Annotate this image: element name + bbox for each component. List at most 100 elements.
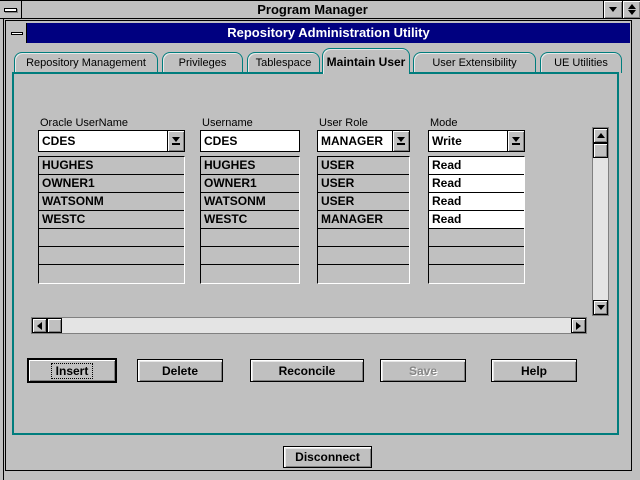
list-item[interactable] [39, 247, 184, 265]
reconcile-button[interactable]: Reconcile [250, 359, 364, 382]
list-item[interactable] [201, 247, 299, 265]
program-manager-system-menu-button[interactable] [0, 1, 22, 18]
mode-list: Read Read Read Read [428, 156, 525, 284]
dropdown-arrow-icon[interactable] [392, 131, 409, 151]
restore-button[interactable] [622, 1, 640, 18]
delete-button-label: Delete [162, 364, 198, 378]
tab-label: Maintain User [327, 55, 406, 69]
list-item[interactable] [429, 229, 524, 247]
column-header-user-role: User Role [319, 117, 368, 129]
help-button[interactable]: Help [491, 359, 577, 382]
list-item[interactable] [318, 247, 409, 265]
scroll-right-button[interactable] [571, 318, 586, 333]
system-menu-icon [4, 8, 17, 12]
app-title: Repository Administration Utility [27, 23, 630, 43]
app-titlebar[interactable]: Repository Administration Utility [7, 23, 630, 43]
list-item[interactable]: WATSONM [39, 193, 184, 211]
scroll-down-button[interactable] [593, 300, 608, 315]
list-item[interactable]: USER [318, 193, 409, 211]
program-manager-title: Program Manager [22, 1, 603, 18]
username-value: CDES [201, 131, 299, 151]
list-item[interactable] [201, 229, 299, 247]
disconnect-button-label: Disconnect [295, 450, 360, 464]
list-item[interactable] [429, 265, 524, 283]
tab-repository-management[interactable]: Repository Management [14, 52, 158, 73]
arrow-up-icon [597, 133, 605, 138]
system-menu-icon [11, 32, 23, 35]
column-header-oracle-username: Oracle UserName [40, 117, 128, 129]
disconnect-button[interactable]: Disconnect [283, 446, 372, 468]
save-button: Save [380, 359, 466, 382]
column-header-username: Username [202, 117, 253, 129]
list-item[interactable]: Read [429, 193, 524, 211]
program-manager-titlebar[interactable]: Program Manager [0, 0, 640, 19]
column-header-mode: Mode [430, 117, 458, 129]
list-item[interactable]: OWNER1 [39, 175, 184, 193]
minimize-button[interactable] [604, 1, 622, 18]
list-item[interactable]: HUGHES [201, 157, 299, 175]
window-border [3, 19, 4, 480]
list-item[interactable] [429, 247, 524, 265]
list-item[interactable]: WESTC [39, 211, 184, 229]
mode-value: Write [429, 131, 507, 151]
vertical-scrollbar[interactable] [592, 127, 609, 316]
oracle-username-combobox[interactable]: CDES [38, 130, 185, 152]
help-button-label: Help [521, 364, 547, 378]
window-controls [603, 1, 640, 18]
list-item[interactable]: OWNER1 [201, 175, 299, 193]
dropdown-arrow-icon[interactable] [167, 131, 184, 151]
arrow-down-icon [597, 305, 605, 310]
horizontal-scroll-thumb[interactable] [47, 318, 62, 333]
tab-privileges[interactable]: Privileges [162, 52, 243, 73]
restore-icon [628, 4, 636, 15]
tab-user-extensibility[interactable]: User Extensibility [413, 52, 536, 73]
list-item[interactable] [39, 229, 184, 247]
dropdown-arrow-icon[interactable] [507, 131, 524, 151]
list-item[interactable]: USER [318, 175, 409, 193]
list-item[interactable] [201, 265, 299, 283]
oracle-username-value: CDES [39, 131, 167, 151]
username-list: HUGHES OWNER1 WATSONM WESTC [200, 156, 300, 284]
username-field[interactable]: CDES [200, 130, 300, 152]
scroll-up-button[interactable] [593, 128, 608, 143]
arrow-right-icon [576, 322, 581, 330]
list-item[interactable] [39, 265, 184, 283]
list-item[interactable]: USER [318, 157, 409, 175]
oracle-username-list: HUGHES OWNER1 WATSONM WESTC [38, 156, 185, 284]
list-item[interactable]: Read [429, 211, 524, 229]
list-item[interactable]: MANAGER [318, 211, 409, 229]
insert-button[interactable]: Insert [28, 359, 116, 382]
maintain-user-panel: Oracle UserName Username User Role Mode … [12, 72, 619, 435]
tab-label: UE Utilities [554, 57, 608, 69]
list-item[interactable]: Read [429, 175, 524, 193]
list-item[interactable]: WESTC [201, 211, 299, 229]
scroll-left-button[interactable] [32, 318, 47, 333]
reconcile-button-label: Reconcile [279, 364, 336, 378]
horizontal-scrollbar[interactable] [31, 317, 587, 334]
tab-tablespace[interactable]: Tablespace [247, 52, 320, 73]
user-role-value: MANAGER [318, 131, 392, 151]
app-system-menu-button[interactable] [7, 23, 27, 43]
tab-label: User Extensibility [432, 57, 516, 69]
tab-label: Tablespace [256, 57, 312, 69]
tab-label: Repository Management [26, 57, 146, 69]
list-item[interactable]: HUGHES [39, 157, 184, 175]
list-item[interactable] [318, 229, 409, 247]
desktop: Program Manager Repository Administratio… [0, 0, 640, 480]
save-button-label: Save [409, 364, 437, 378]
tab-label: Privileges [179, 57, 227, 69]
list-item[interactable]: WATSONM [201, 193, 299, 211]
tab-ue-utilities[interactable]: UE Utilities [540, 52, 622, 73]
arrow-left-icon [37, 322, 42, 330]
user-role-list: USER USER USER MANAGER [317, 156, 410, 284]
delete-button[interactable]: Delete [137, 359, 223, 382]
minimize-icon [609, 7, 617, 12]
vertical-scroll-thumb[interactable] [593, 143, 608, 158]
user-role-combobox[interactable]: MANAGER [317, 130, 410, 152]
list-item[interactable] [318, 265, 409, 283]
list-item[interactable]: Read [429, 157, 524, 175]
tab-maintain-user[interactable]: Maintain User [322, 48, 410, 74]
insert-button-label: Insert [51, 363, 94, 379]
repository-admin-window: Repository Administration Utility Reposi… [5, 20, 632, 471]
mode-combobox[interactable]: Write [428, 130, 525, 152]
